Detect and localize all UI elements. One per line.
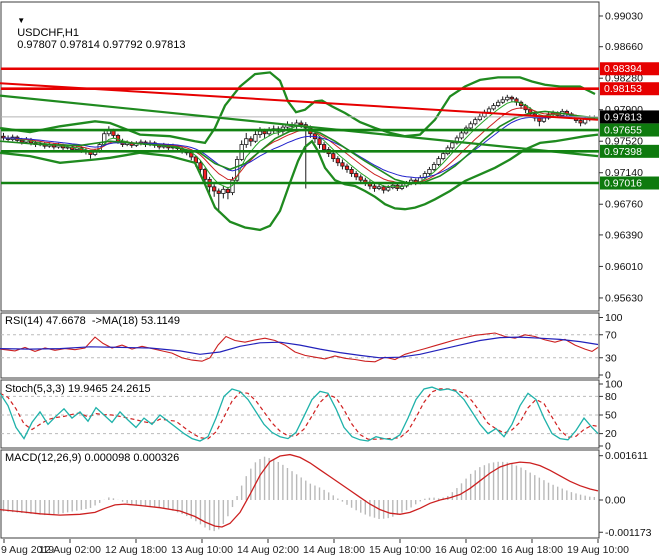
- candle-body: [496, 101, 501, 106]
- price-axis-label: 0.98660: [605, 41, 643, 53]
- candle-body: [578, 120, 583, 124]
- price-badge-label: 0.97016: [604, 178, 642, 190]
- candle-body: [317, 138, 322, 145]
- chart-canvas: 0.990300.986600.982800.979000.975200.971…: [0, 1, 659, 556]
- candle-body: [225, 188, 231, 194]
- symbol-dropdown-icon[interactable]: ▼: [17, 16, 25, 25]
- chart-title: ▼ USDCHF,H1 0.97807 0.97814 0.97792 0.97…: [5, 3, 185, 63]
- candle-body: [198, 162, 203, 170]
- rsi-axis-label: 30: [605, 352, 617, 364]
- price-axis-label: 0.99030: [605, 11, 643, 23]
- time-axis-label: 12 Aug 02:00: [39, 544, 101, 556]
- candle-body: [381, 186, 386, 191]
- candle-body: [216, 190, 221, 194]
- time-axis-label: 16 Aug 18:00: [501, 544, 563, 556]
- rsi-axis-label: 70: [605, 329, 617, 341]
- macd-indicator-label: MACD(12,26,9) 0.000098 0.000326: [5, 452, 180, 464]
- price-badge-label: 0.97398: [604, 146, 642, 158]
- candle-body: [486, 108, 492, 113]
- rsi-axis-label: 100: [605, 312, 623, 324]
- price-axis-label: 0.96390: [605, 229, 643, 241]
- candle-body: [335, 158, 340, 164]
- candle-body: [541, 117, 547, 122]
- price-axis: 0.990300.986600.982800.979000.975200.971…: [599, 11, 659, 539]
- candle-body: [441, 153, 446, 160]
- candle-body: [321, 144, 327, 150]
- candle-body: [340, 162, 345, 167]
- candle-body: [349, 169, 354, 174]
- price-badge-label: 0.98153: [604, 83, 642, 95]
- candle-body: [221, 188, 226, 194]
- candle-body: [509, 96, 514, 100]
- candle-body: [257, 130, 263, 135]
- time-axis-label: 16 Aug 02:00: [435, 544, 497, 556]
- candle-body: [491, 105, 496, 110]
- candle-body: [354, 173, 359, 178]
- candle-body: [262, 130, 267, 135]
- time-axis-label: 19 Aug 10:00: [567, 544, 629, 556]
- time-axis-label: 15 Aug 10:00: [369, 544, 431, 556]
- time-axis-label: 12 Aug 18:00: [105, 544, 167, 556]
- candle-body: [473, 119, 478, 125]
- candle-body: [427, 169, 432, 174]
- stoch-axis-label: 100: [605, 379, 623, 391]
- price-badge-label: 0.97813: [604, 111, 642, 123]
- chart-window: ▼ USDCHF,H1 0.97807 0.97814 0.97792 0.97…: [0, 0, 660, 560]
- candle-body: [436, 158, 441, 165]
- time-axis-label: 14 Aug 18:00: [303, 544, 365, 556]
- candle-body: [299, 122, 304, 126]
- candle-body: [202, 169, 208, 180]
- candle-body: [115, 135, 121, 142]
- candle-body: [505, 96, 510, 101]
- rsi-indicator-label: RSI(14) 47.6678 ->MA(18) 53.1149: [5, 315, 180, 327]
- candle-body: [65, 146, 70, 149]
- candle-body: [244, 138, 249, 145]
- candle-body: [459, 132, 464, 139]
- candle-body: [450, 142, 455, 149]
- stochastic-indicator-label: Stoch(5,3,3) 19.9465 24.2615: [5, 383, 151, 395]
- price-axis-label: 0.96760: [605, 199, 643, 211]
- macd-axis-label: -0.001173: [605, 527, 652, 539]
- stoch-axis-label: 50: [605, 410, 617, 422]
- candle-body: [248, 138, 253, 142]
- candle-body: [212, 186, 217, 192]
- stoch-axis-label: 20: [605, 428, 617, 440]
- candle-body: [386, 187, 391, 191]
- price-badge-label: 0.97655: [604, 125, 642, 137]
- candle-body: [19, 139, 24, 143]
- time-axis-label: 13 Aug 10:00: [171, 544, 233, 556]
- candle-body: [331, 153, 336, 160]
- price-axis-label: 0.96010: [605, 261, 643, 273]
- candle-body: [344, 165, 350, 170]
- candle-body: [468, 123, 473, 129]
- macd-axis-label: 0.001611: [605, 450, 648, 462]
- candle-body: [537, 117, 542, 122]
- time-axis: 9 Aug 201912 Aug 02:00 12 Aug 18:00 13 Aug…: [1, 539, 629, 556]
- macd-axis-label: 0.00: [605, 495, 626, 507]
- ohlc-values: 0.97807 0.97814 0.97792 0.97813: [17, 39, 186, 51]
- time-axis-label: 14 Aug 02:00: [237, 544, 299, 556]
- price-axis-label: 0.95630: [605, 292, 643, 304]
- symbol-timeframe: USDCHF,H1: [17, 27, 79, 39]
- candle-body: [500, 99, 505, 103]
- stoch-axis-label: 80: [605, 391, 617, 403]
- candle-body: [431, 164, 437, 170]
- candle-body: [358, 176, 363, 181]
- candle-body: [253, 134, 258, 142]
- candle-body: [376, 186, 382, 189]
- price-badge-label: 0.98394: [604, 63, 642, 75]
- candle-body: [372, 185, 377, 189]
